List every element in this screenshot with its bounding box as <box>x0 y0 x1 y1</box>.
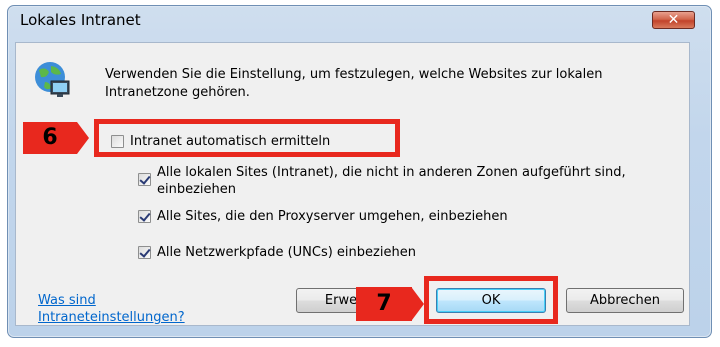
cancel-button[interactable]: Abbrechen <box>566 288 684 313</box>
step-7-marker: 7 <box>356 287 412 321</box>
unc-paths-option[interactable]: Alle Netzwerkpfade (UNCs) einbeziehen <box>138 244 416 261</box>
step-7-arrow-icon <box>412 288 424 320</box>
local-sites-label: Alle lokalen Sites (Intranet), die nicht… <box>157 165 626 197</box>
step-6-arrow-icon <box>77 122 89 154</box>
help-link[interactable]: Was sind Intraneteinstellungen? <box>38 292 185 326</box>
help-link-line2[interactable]: Intraneteinstellungen? <box>38 310 185 325</box>
description-text: Verwenden Sie die Einstellung, um festzu… <box>105 67 603 100</box>
unc-paths-label: Alle Netzwerkpfade (UNCs) einbeziehen <box>157 245 416 260</box>
globe-monitor-icon <box>35 62 70 97</box>
step-6-marker: 6 <box>23 122 77 154</box>
proxy-bypass-label: Alle Sites, die den Proxyserver umgehen,… <box>157 209 508 224</box>
local-sites-option[interactable]: Alle lokalen Sites (Intranet), die nicht… <box>138 164 698 198</box>
proxy-bypass-checkbox[interactable] <box>138 210 151 223</box>
highlight-box-ok <box>424 276 558 324</box>
proxy-bypass-option[interactable]: Alle Sites, die den Proxyserver umgehen,… <box>138 208 508 225</box>
dialog-title: Lokales Intranet <box>20 11 141 29</box>
local-sites-checkbox[interactable] <box>138 173 151 186</box>
help-link-line1[interactable]: Was sind <box>38 293 96 308</box>
highlight-box-auto-detect <box>94 119 400 157</box>
unc-paths-checkbox[interactable] <box>138 246 151 259</box>
close-button[interactable]: ✕ <box>652 11 695 29</box>
close-icon: ✕ <box>667 12 680 28</box>
